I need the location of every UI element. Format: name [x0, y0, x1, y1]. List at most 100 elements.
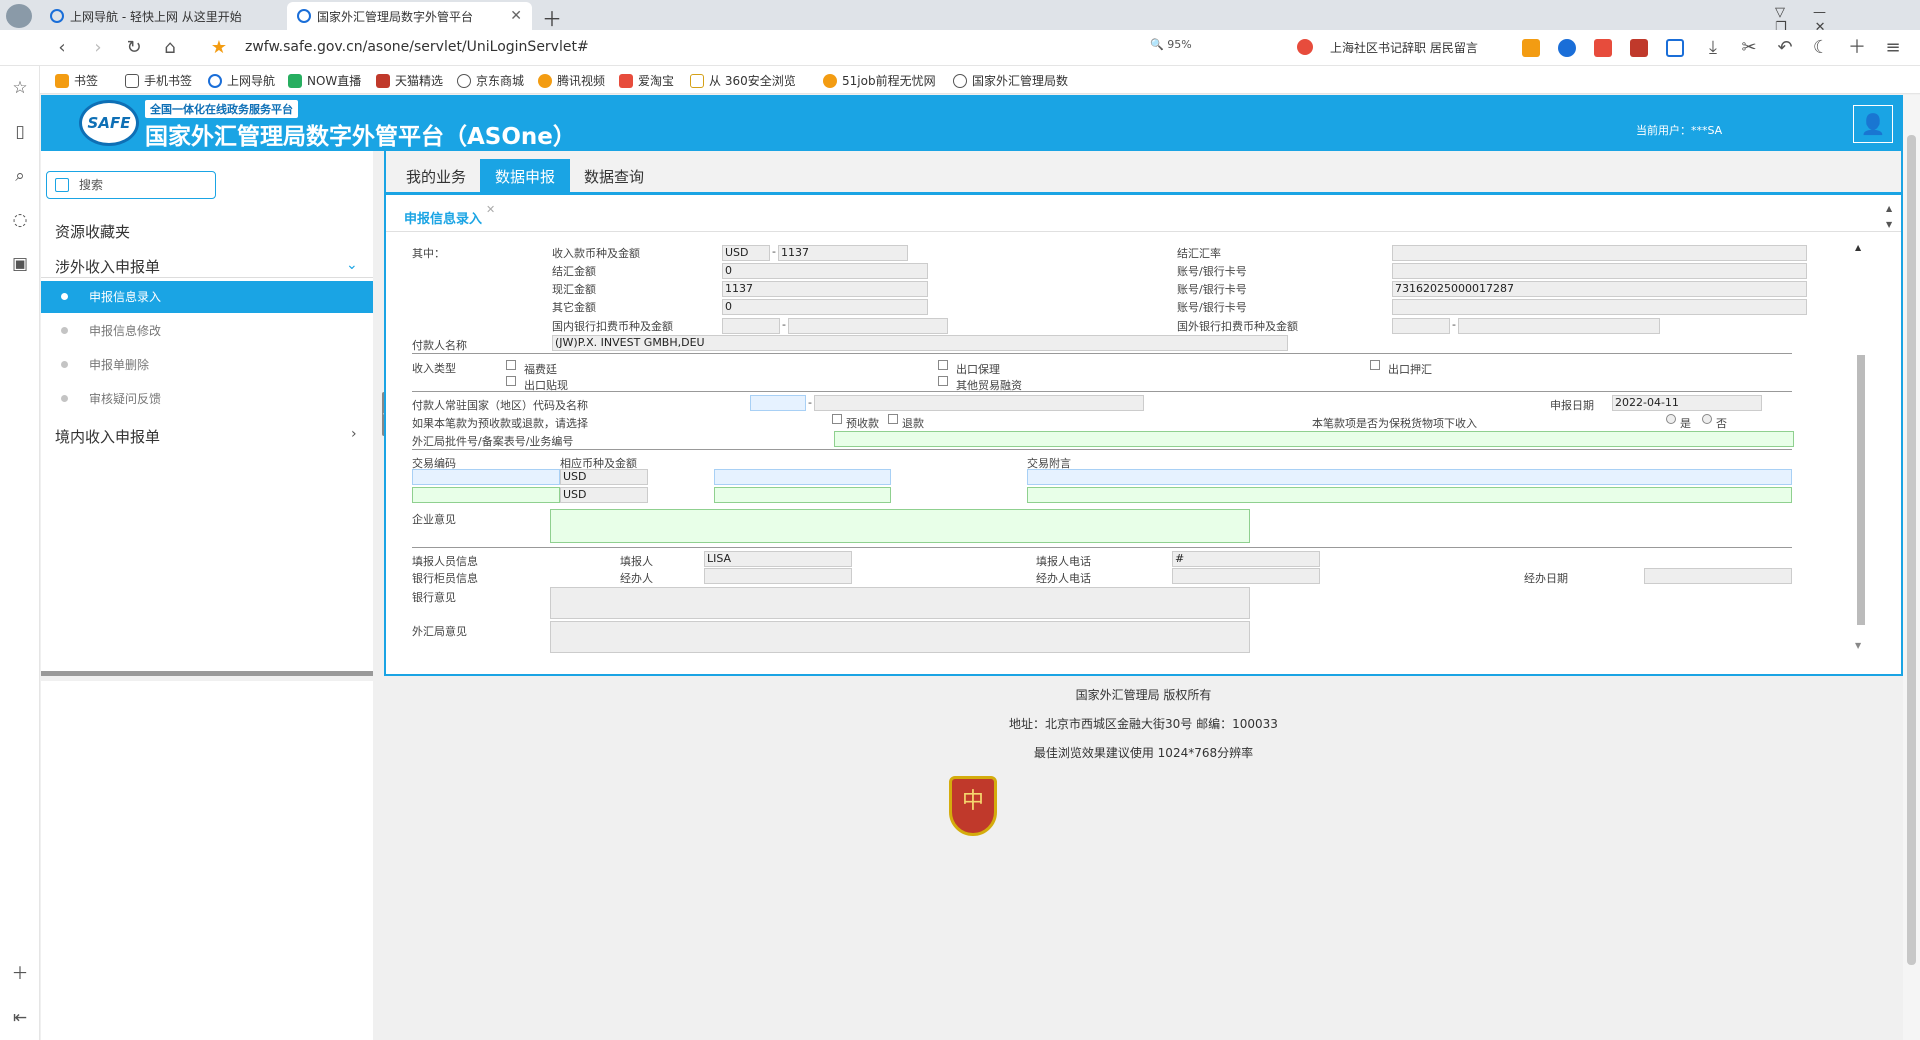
- favorites-icon[interactable]: ☆: [10, 78, 30, 98]
- checkbox-forfaiting[interactable]: [506, 360, 516, 370]
- radio-yes[interactable]: [1666, 414, 1676, 424]
- income-amount-field[interactable]: 1137: [778, 245, 908, 261]
- payer-country-code-field[interactable]: [750, 395, 806, 411]
- bookmark-item[interactable]: 天猫精选: [376, 72, 443, 89]
- tab-my-business[interactable]: 我的业务: [391, 159, 481, 195]
- undo-icon[interactable]: ↶: [1773, 36, 1797, 60]
- trade-code-field-1[interactable]: [412, 469, 560, 485]
- checkbox-refund[interactable]: [888, 414, 898, 424]
- zoom-indicator[interactable]: 🔍 95%: [1150, 38, 1192, 51]
- add-icon[interactable]: ＋: [1845, 36, 1869, 60]
- close-subtab-icon[interactable]: ✕: [486, 203, 495, 216]
- sidebar-item-feedback[interactable]: 审核疑问反馈: [41, 383, 373, 415]
- browser-tab-nav[interactable]: 上网导航 - 轻快上网 从这里开始: [40, 2, 285, 30]
- scroll-down-icon[interactable]: ▼: [1886, 220, 1892, 229]
- party-badge-icon[interactable]: 中: [949, 776, 997, 836]
- bookmark-item[interactable]: 51job前程无忧网: [823, 72, 936, 89]
- scroll-up-icon[interactable]: ▲: [1886, 204, 1892, 213]
- bookmark-item[interactable]: 上网导航: [208, 72, 275, 89]
- domestic-fee-currency-field[interactable]: [722, 318, 780, 334]
- radio-no[interactable]: [1702, 414, 1712, 424]
- close-tab-icon[interactable]: ✕: [510, 8, 522, 24]
- subtab-entry[interactable]: 申报信息录入: [404, 208, 482, 227]
- sidebar-search[interactable]: 搜索: [46, 171, 216, 199]
- checkbox-discount[interactable]: [506, 376, 516, 386]
- trade-note-field-2[interactable]: [1027, 487, 1792, 503]
- trade-note-field-1[interactable]: [1027, 469, 1792, 485]
- bookmark-item[interactable]: 腾讯视频: [538, 72, 605, 89]
- chevron-down-icon[interactable]: ⌄: [346, 257, 358, 273]
- download-icon[interactable]: ⤓: [1701, 36, 1725, 60]
- star-icon[interactable]: ★: [207, 36, 231, 60]
- account-field-3[interactable]: [1392, 299, 1807, 315]
- bookmark-item[interactable]: 国家外汇管理局数: [953, 72, 1068, 89]
- trade-amount-field-2[interactable]: [714, 487, 891, 503]
- scissors-icon[interactable]: ✂: [1737, 36, 1761, 60]
- handler-phone-field[interactable]: [1172, 568, 1320, 584]
- chevron-right-icon[interactable]: ›: [351, 426, 357, 442]
- report-date-field[interactable]: 2022-04-11: [1612, 395, 1762, 411]
- bookmark-item[interactable]: 手机书签: [125, 72, 192, 89]
- pdf-icon[interactable]: [1630, 39, 1648, 57]
- user-icon[interactable]: 👤: [1853, 105, 1893, 143]
- enterprise-opinion-textarea[interactable]: [550, 509, 1250, 543]
- browser-avatar[interactable]: [6, 4, 32, 28]
- sidebar-group-domestic-income[interactable]: 境内收入申报单: [55, 426, 160, 447]
- add-icon[interactable]: ＋: [10, 964, 30, 984]
- url-field[interactable]: zwfw.safe.gov.cn/asone/servlet/UniLoginS…: [245, 39, 589, 55]
- bookmark-item[interactable]: 京东商城: [457, 72, 524, 89]
- checkbox-export-bill[interactable]: [1370, 360, 1380, 370]
- trade-currency-field-2[interactable]: USD: [560, 487, 648, 503]
- foreign-fee-currency-field[interactable]: [1392, 318, 1450, 334]
- bookmark-item[interactable]: 从 360安全浏览: [690, 72, 796, 89]
- new-tab-button[interactable]: ＋: [542, 3, 562, 32]
- scrollbar-thumb[interactable]: [1857, 355, 1865, 625]
- filler-phone-field[interactable]: #: [1172, 551, 1320, 567]
- reload-icon[interactable]: ↻: [122, 36, 146, 60]
- browser-tab-safe[interactable]: 国家外汇管理局数字外管平台 ✕: [287, 2, 532, 30]
- trade-amount-field-1[interactable]: [714, 469, 891, 485]
- collapse-rail-icon[interactable]: ⇤: [10, 1008, 30, 1028]
- payer-country-name-field[interactable]: [814, 395, 1144, 411]
- infinity-icon[interactable]: [1558, 39, 1576, 57]
- checkbox-other-finance[interactable]: [938, 376, 948, 386]
- browser-search-input[interactable]: 上海社区书记辞职 居民留言: [1330, 38, 1500, 58]
- handle-date-field[interactable]: [1644, 568, 1792, 584]
- scroll-down-icon[interactable]: ▼: [1855, 641, 1861, 650]
- chat-icon[interactable]: ◌: [10, 210, 30, 230]
- safe-opinion-textarea[interactable]: [550, 621, 1250, 653]
- sidebar-item-entry[interactable]: 申报信息录入: [41, 281, 373, 313]
- bookmark-item[interactable]: 书签: [55, 72, 98, 89]
- trade-code-field-2[interactable]: [412, 487, 560, 503]
- search-icon[interactable]: ⌕: [10, 166, 30, 186]
- sidebar-favorites[interactable]: 资源收藏夹: [55, 221, 130, 242]
- bing-icon[interactable]: [1666, 39, 1684, 57]
- tab-data-query[interactable]: 数据查询: [569, 159, 659, 195]
- search-engine-icon[interactable]: [1297, 39, 1313, 55]
- payer-name-field[interactable]: (JW)P.X. INVEST GMBH,DEU: [552, 335, 1288, 351]
- game-icon[interactable]: [1522, 39, 1540, 57]
- menu-icon[interactable]: ≡: [1881, 36, 1905, 60]
- other-amount-field[interactable]: 0: [722, 299, 928, 315]
- domestic-fee-amount-field[interactable]: [788, 318, 948, 334]
- checkbox-factoring[interactable]: [938, 360, 948, 370]
- bookmark-item[interactable]: 爱淘宝: [619, 72, 674, 89]
- forward-icon[interactable]: ›: [86, 36, 110, 60]
- foreign-fee-amount-field[interactable]: [1458, 318, 1660, 334]
- translate-icon[interactable]: [1594, 39, 1612, 57]
- sidebar-group-foreign-income[interactable]: 涉外收入申报单: [55, 256, 160, 277]
- sidebar-item-modify[interactable]: 申报信息修改: [41, 315, 373, 347]
- account-field-1[interactable]: [1392, 263, 1807, 279]
- account-field-2[interactable]: 73162025000017287: [1392, 281, 1807, 297]
- income-currency-field[interactable]: USD: [722, 245, 770, 261]
- spot-amount-field[interactable]: 1137: [722, 281, 928, 297]
- bank-opinion-textarea[interactable]: [550, 587, 1250, 619]
- scroll-up-icon[interactable]: ▲: [1855, 243, 1861, 252]
- reader-icon[interactable]: ▯: [10, 122, 30, 142]
- back-icon[interactable]: ‹: [50, 36, 74, 60]
- settlement-amount-field[interactable]: 0: [722, 263, 928, 279]
- tab-data-report[interactable]: 数据申报: [480, 159, 571, 195]
- night-mode-icon[interactable]: ☾: [1809, 36, 1833, 60]
- approval-no-field[interactable]: [834, 431, 1794, 447]
- page-scrollbar[interactable]: [1903, 95, 1920, 1040]
